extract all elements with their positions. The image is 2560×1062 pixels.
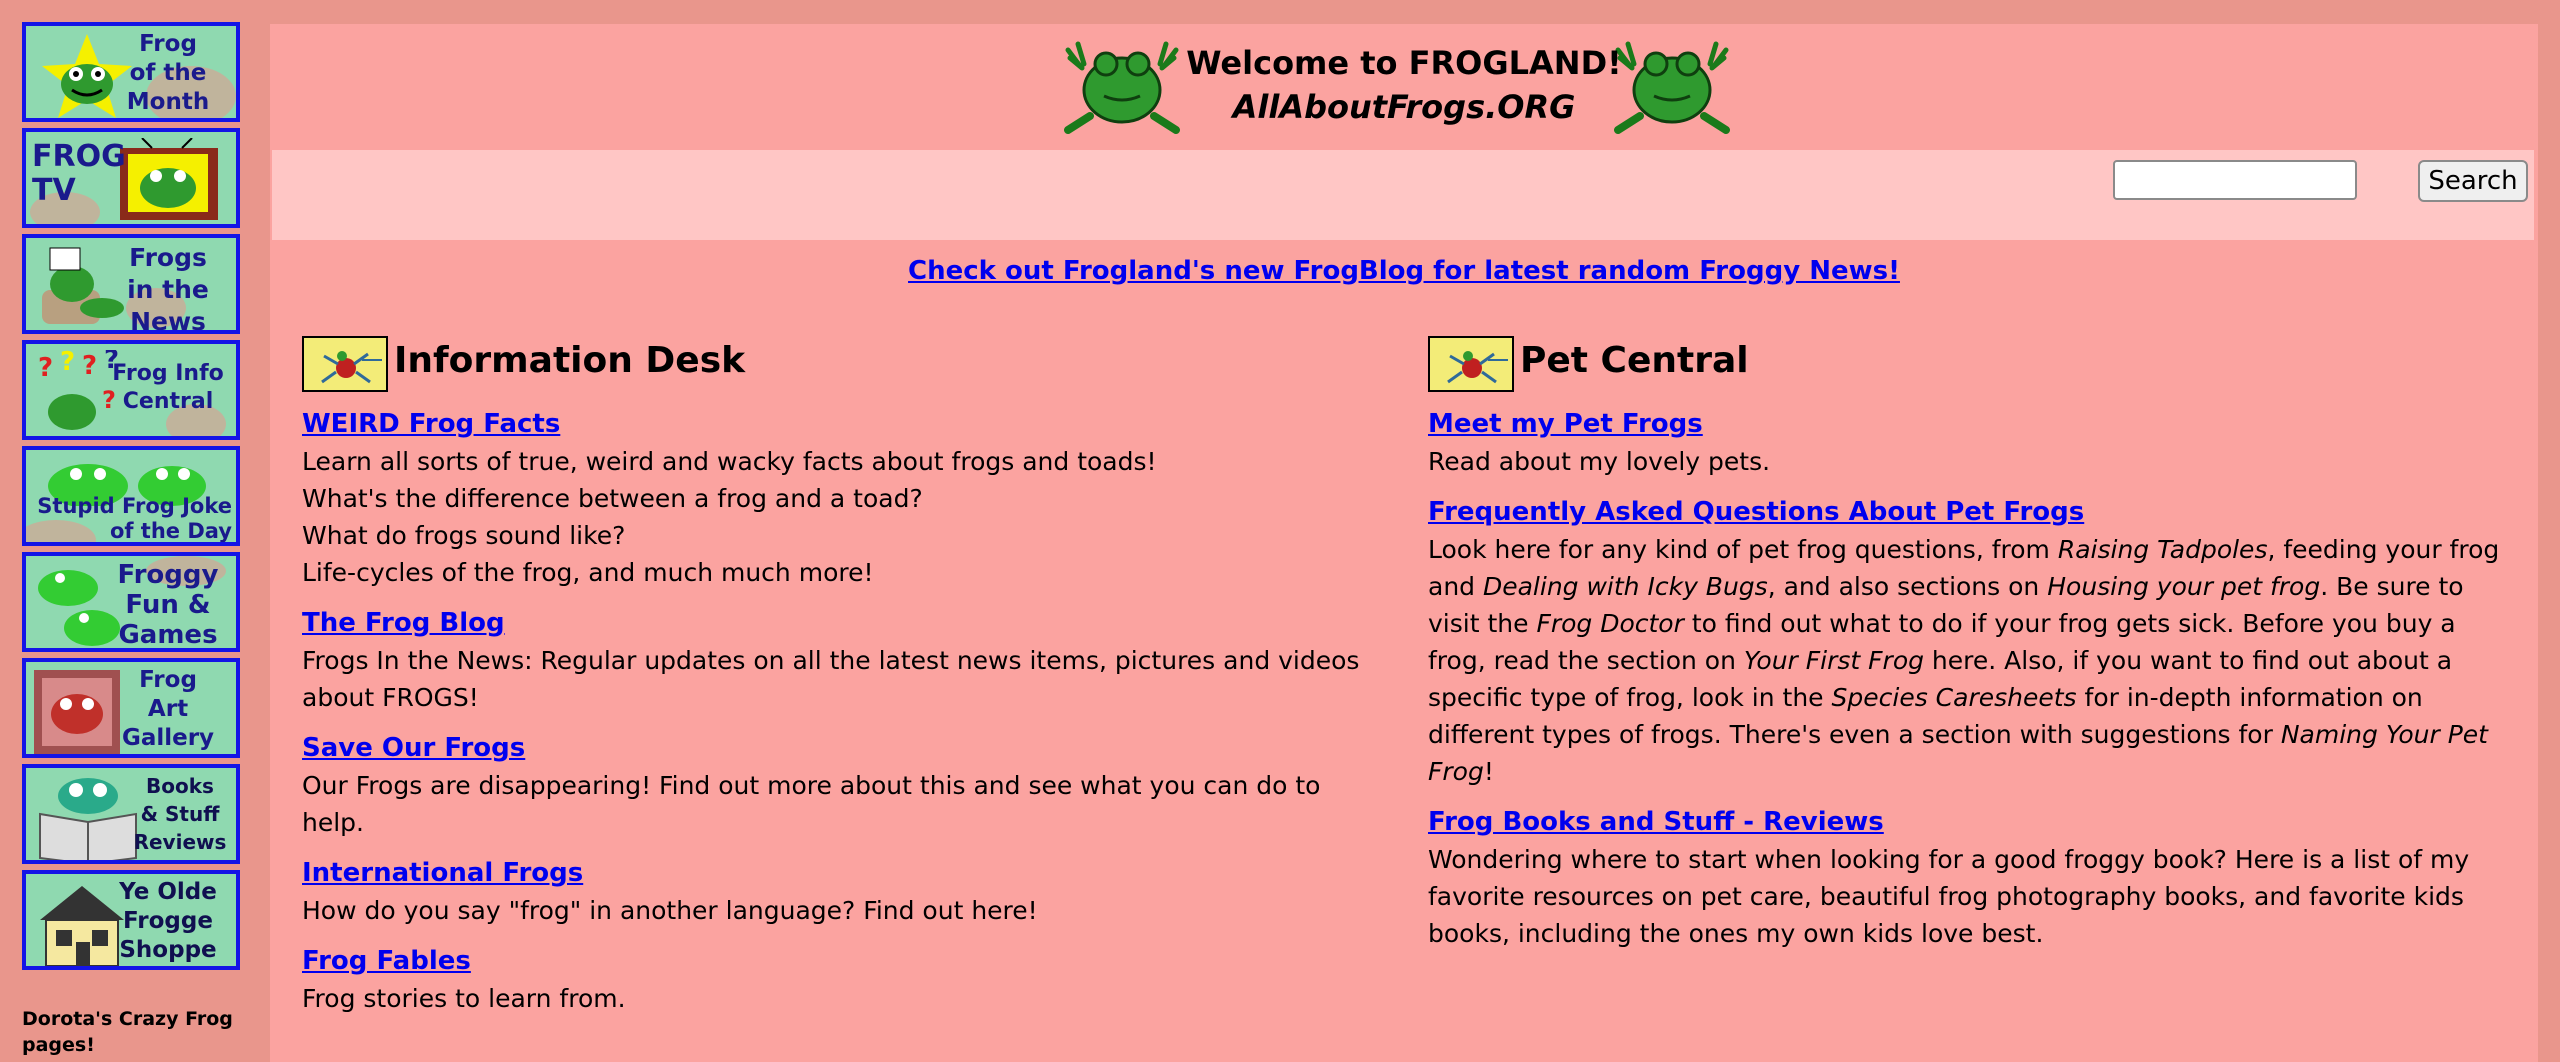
nav-label: Frogs in the News (127, 243, 209, 334)
pet-entry-text: Read about my lovely pets. (1428, 447, 1771, 476)
nav-label: Froggy Fun & Games (117, 560, 219, 650)
info-entry-text: How do you say "frog" in another languag… (302, 896, 1038, 925)
info-entry-text: What's the difference between a frog and… (302, 484, 923, 513)
site-title: Welcome to FROGLAND! (1186, 44, 1622, 82)
nav-books-stuff-reviews[interactable]: Books & Stuff Reviews (22, 764, 240, 864)
info-entry-text: Life-cycles of the frog, and much much m… (302, 558, 874, 587)
svg-text:?: ? (82, 351, 97, 381)
svg-text:?: ? (38, 353, 53, 383)
text-run: ! (1483, 757, 1494, 786)
search-button[interactable]: Search (2418, 160, 2528, 202)
section-title: Information Desk (394, 340, 746, 381)
emphasis-text: Your First Frog (1743, 646, 1924, 675)
nav-stupid-frog-joke[interactable]: Stupid Frog Joke of the Day (22, 446, 240, 546)
text-run: , and also sections on (1767, 572, 2048, 601)
search-bar: Search (272, 150, 2534, 240)
frogblog-link[interactable]: Check out Frogland's new FrogBlog for la… (270, 256, 2538, 286)
info-entry-link[interactable]: Save Our Frogs (302, 730, 1372, 767)
site-subtitle: AllAboutFrogs.ORG (1232, 88, 1576, 126)
pet-entry-text: Wondering where to start when looking fo… (1428, 845, 2470, 948)
nav-label: Frog of the Month (126, 31, 210, 115)
emphasis-text: Housing your pet frog (2047, 572, 2321, 601)
info-entry-link[interactable]: International Frogs (302, 855, 1372, 892)
info-entry-text: Learn all sorts of true, weird and wacky… (302, 447, 1157, 476)
info-entry: Save Our Frogs Our Frogs are disappearing… (302, 730, 1372, 841)
pet-entry-text: Look here for any kind of pet frog quest… (1428, 531, 2508, 790)
nav-frog-of-the-month[interactable]: Frog of the Month (22, 22, 240, 122)
info-entry-text: Frogs In the News: Regular updates on al… (302, 646, 1360, 712)
text-run: Look here for any kind of pet frog quest… (1428, 535, 2058, 564)
info-entry: International Frogs How do you say "frog"… (302, 855, 1372, 929)
info-entry: WEIRD Frog Facts Learn all sorts of true,… (302, 406, 1372, 591)
info-entry-link[interactable]: The Frog Blog (302, 605, 1372, 642)
info-entry-link[interactable]: WEIRD Frog Facts (302, 406, 1372, 443)
nav-ye-olde-frogge-shoppe[interactable]: Ye Olde Frogge Shoppe (22, 870, 240, 970)
main-content: Welcome to FROGLAND! AllAboutFrogs.ORG S… (270, 24, 2538, 1062)
pet-entry: Frog Books and Stuff - Reviews Wondering … (1428, 804, 2508, 952)
nav-frog-art-gallery[interactable]: Frog Art Gallery (22, 658, 240, 758)
emphasis-text: Raising Tadpoles (2057, 535, 2268, 564)
information-desk-section: Information Desk WEIRD Frog Facts Learn a… (302, 334, 1372, 1017)
emphasis-text: Dealing with Icky Bugs (1482, 572, 1768, 601)
svg-text:?: ? (60, 350, 75, 377)
pet-central-section: Pet Central Meet my Pet Frogs Read about … (1428, 334, 2508, 952)
pet-entry-link[interactable]: Frog Books and Stuff - Reviews (1428, 804, 2508, 841)
nav-label: Stupid Frog Joke of the Day (37, 494, 232, 543)
search-input[interactable] (2113, 160, 2357, 200)
sidebar-nav: Frog of the Month FROG TV Frogs in the N… (0, 0, 260, 1062)
nav-frogs-in-the-news[interactable]: Frogs in the News (22, 234, 240, 334)
info-entry-text: Our Frogs are disappearing! Find out mor… (302, 771, 1321, 837)
nav-label: Frog Art Gallery (121, 667, 215, 751)
nav-frog-info-central[interactable]: ? ? ? ? ? Frog Info Central (22, 340, 240, 440)
info-entry-link[interactable]: Frog Fables (302, 943, 1372, 980)
info-entry: The Frog Blog Frogs In the News: Regular … (302, 605, 1372, 716)
site-credit: Dorota's Crazy Frog pages! (22, 1008, 233, 1056)
pet-entry: Meet my Pet Frogs Read about my lovely pe… (1428, 406, 2508, 480)
pet-entry: Frequently Asked Questions About Pet Fro… (1428, 494, 2508, 790)
header-banner: Welcome to FROGLAND! AllAboutFrogs.ORG (270, 24, 2538, 136)
pet-entry-link[interactable]: Frequently Asked Questions About Pet Fro… (1428, 494, 2508, 531)
section-title: Pet Central (1520, 340, 1749, 381)
emphasis-text: Species Caresheets (1831, 683, 2077, 712)
running-bug-icon (1428, 336, 1514, 392)
nav-label: Ye Olde Frogge Shoppe (119, 879, 217, 963)
nav-label: FROG TV (32, 139, 126, 208)
nav-froggy-fun-games[interactable]: Froggy Fun & Games (22, 552, 240, 652)
info-entry-text: Frog stories to learn from. (302, 984, 626, 1013)
info-entry-text: What do frogs sound like? (302, 521, 626, 550)
emphasis-text: Frog Doctor (1536, 609, 1684, 638)
nav-label: Frog Info Central (112, 361, 224, 414)
nav-label: Books & Stuff Reviews (133, 774, 227, 854)
running-bug-icon (302, 336, 388, 392)
nav-frog-tv[interactable]: FROG TV (22, 128, 240, 228)
pet-entry-link[interactable]: Meet my Pet Frogs (1428, 406, 2508, 443)
info-entry: Frog Fables Frog stories to learn from. (302, 943, 1372, 1017)
